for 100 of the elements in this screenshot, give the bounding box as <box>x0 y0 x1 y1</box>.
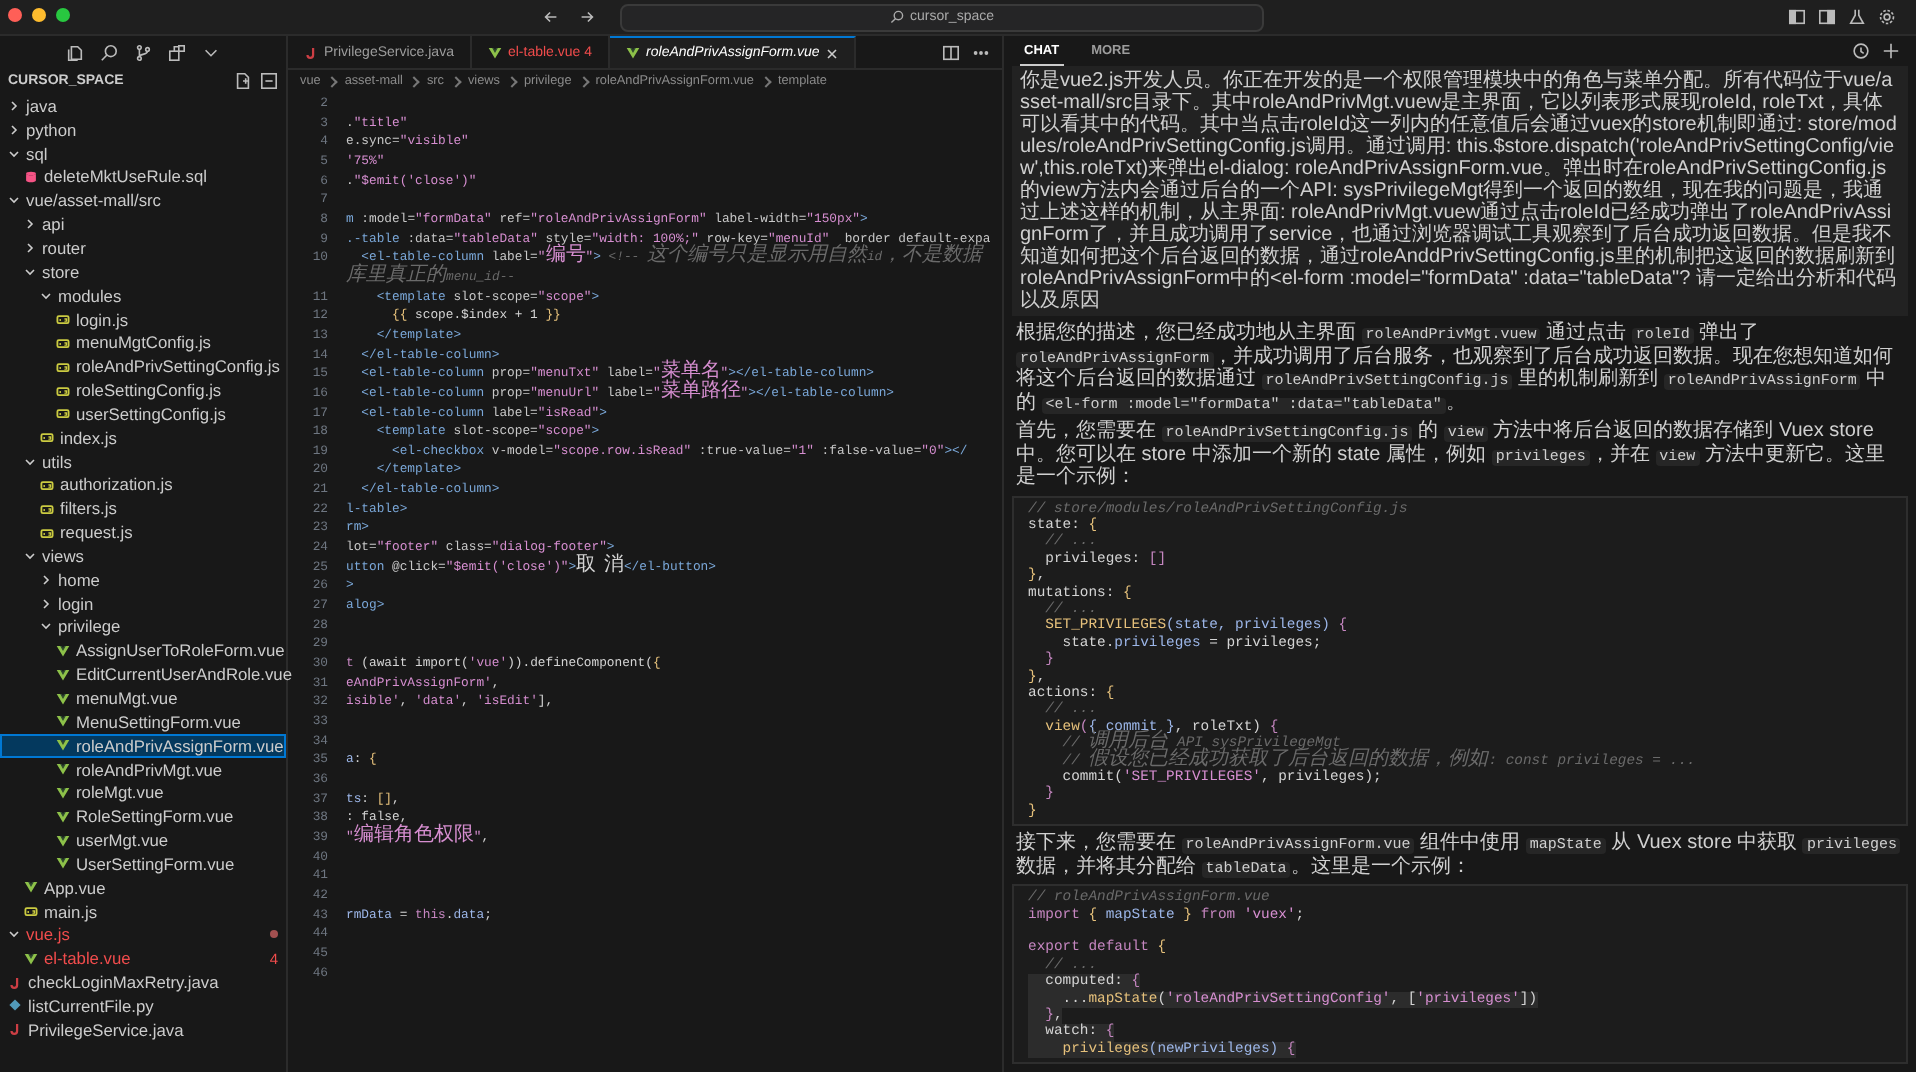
tree-item[interactable]: main.js <box>0 899 286 924</box>
new-file-icon[interactable] <box>234 72 252 90</box>
files-icon[interactable] <box>66 44 84 62</box>
search-icon[interactable] <box>100 44 118 62</box>
tree-item[interactable]: vue/asset-mall/src <box>0 188 286 213</box>
close-icon[interactable] <box>825 47 838 59</box>
js-file-icon <box>40 525 54 540</box>
tree-item[interactable]: python <box>0 117 286 142</box>
js-file-icon <box>40 430 54 445</box>
zoom-window-button[interactable] <box>56 8 70 22</box>
vue-file-icon <box>56 738 70 753</box>
java-file-icon <box>8 975 22 990</box>
flask-icon[interactable] <box>1848 8 1866 26</box>
split-editor-icon[interactable] <box>942 43 960 61</box>
file-name: MenuSettingForm.vue <box>76 711 241 732</box>
file-name: AssignUserToRoleForm.vue <box>76 640 285 661</box>
sidebar-toggle-icon[interactable] <box>1788 8 1806 26</box>
tree-item[interactable]: userSettingConfig.js <box>0 401 286 426</box>
js-file-icon <box>56 312 70 327</box>
tree-item[interactable]: roleMgt.vue <box>0 780 286 805</box>
file-name: main.js <box>44 901 98 922</box>
file-name: deleteMktUseRule.sql <box>44 166 207 187</box>
vue-file-icon <box>56 714 70 729</box>
tree-item[interactable]: home <box>0 567 286 592</box>
collapse-all-icon[interactable] <box>260 72 278 90</box>
js-file-icon <box>56 383 70 398</box>
tree-item[interactable]: request.js <box>0 520 286 545</box>
tree-item[interactable]: vue.js <box>0 923 286 947</box>
file-name: home <box>58 569 100 590</box>
tree-item[interactable]: login.js <box>0 307 286 331</box>
tree-item[interactable]: MenuSettingForm.vue <box>0 709 286 734</box>
forward-arrow-icon[interactable] <box>578 8 596 26</box>
tree-item[interactable]: roleAndPrivAssignForm.vue <box>0 733 286 758</box>
js-file-icon <box>40 477 54 492</box>
vue-file-icon <box>56 667 70 682</box>
tree-item[interactable]: roleAndPrivSettingConfig.js <box>0 354 286 379</box>
file-name: sql <box>26 143 48 164</box>
tree-item[interactable]: api <box>0 212 286 237</box>
tree-item[interactable]: roleSettingConfig.js <box>0 378 286 402</box>
java-file-icon <box>8 1022 22 1037</box>
vue-file-icon <box>56 785 70 800</box>
tree-item[interactable]: utils <box>0 449 286 473</box>
file-name: menuMgt.vue <box>76 688 178 709</box>
file-name: python <box>26 119 77 140</box>
tree-item[interactable]: checkLoginMaxRetry.java <box>0 970 286 995</box>
panel-toggle-icon[interactable] <box>1818 8 1836 26</box>
tree-item[interactable]: roleAndPrivMgt.vue <box>0 757 286 781</box>
tree-item[interactable]: listCurrentFile.py <box>0 994 286 1018</box>
user-message: 你是vue2.js开发人员。你正在开发的是一个权限管理模块中的角色与菜单分配。所有代码位于vue/asset-mall/src目录下。其中roleAndPrivMgt.vuew是主界面，它以列表形式展现roleId, roleTxt，具体可以看其中的代码。其中当点击roleId这一列内的任意值后会通过vuex的store机制即通过: store/modules/roleAndPrivSettingConfig.js调用。通过调用: this.$store.dispatch('roleAndPrivSettingConfig/view',this.roleTxt)来弹出el-dialog: roleAndPrivAssignForm.vue。弹出时在roleAndPrivSettingConfig.js的view方法内会通过后台的一个API: sysPrivilegeMgt得到一个返回的数组，现在我的问题是，我通过上述这样的机制，从主界面: roleAndPrivMgt.vuew通过点击roleId已经成功弹出了roleAndPrivAssignForm了，并且成功调用了service，也通过浏览器调试工具观察到了后台成功返回数据。但是我不知道如何把这个后台返回的数据，通过roleAnddPrivSettingConfig.js里的机制把这返回的数据刷新到roleAndPrivAssignForm中的<el-form :model="formData" :data="tableData"? 请一定给出分析和代码以及原因 <box>1012 66 1908 316</box>
tree-item[interactable]: index.js <box>0 425 286 450</box>
file-name: userMgt.vue <box>76 830 169 851</box>
file-name: vue.js <box>26 924 70 945</box>
minimize-window-button[interactable] <box>32 8 46 22</box>
tree-item[interactable]: login <box>0 591 286 616</box>
file-name: PrivilegeService.java <box>28 1019 184 1040</box>
tree-item[interactable]: filters.js <box>0 496 286 521</box>
file-name: views <box>42 545 84 566</box>
file-name: router <box>42 237 86 258</box>
branch-icon[interactable] <box>134 44 152 62</box>
file-name: privilege <box>58 616 121 637</box>
back-arrow-icon[interactable] <box>542 8 560 26</box>
tree-item[interactable]: store <box>0 259 286 284</box>
file-name: roleAndPrivAssignForm.vue <box>76 735 284 756</box>
tree-item[interactable]: PrivilegeService.java <box>0 1017 286 1042</box>
tree-item[interactable]: authorization.js <box>0 473 286 497</box>
tree-item[interactable]: views <box>0 544 286 568</box>
tree-item[interactable]: RoleSettingForm.vue <box>0 804 286 829</box>
settings-icon[interactable] <box>1878 8 1896 26</box>
plus-icon[interactable] <box>1882 42 1900 60</box>
close-window-button[interactable] <box>8 8 22 22</box>
tree-item[interactable]: modules <box>0 283 286 308</box>
extensions-icon[interactable] <box>168 44 186 62</box>
file-name: filters.js <box>60 498 117 519</box>
file-name: authorization.js <box>60 474 173 495</box>
tree-item[interactable]: router <box>0 236 286 260</box>
file-name: listCurrentFile.py <box>28 995 154 1016</box>
tree-item[interactable]: java <box>0 94 286 118</box>
tree-item[interactable]: menuMgtConfig.js <box>0 330 286 355</box>
chevron-down-icon[interactable] <box>202 44 220 62</box>
file-name: RoleSettingForm.vue <box>76 806 234 827</box>
file-name: roleMgt.vue <box>76 782 164 803</box>
tree-item[interactable]: deleteMktUseRule.sql <box>0 165 286 189</box>
java-file-icon <box>304 45 318 59</box>
tree-item[interactable]: privilege <box>0 615 286 639</box>
tree-item[interactable]: UserSettingForm.vue <box>0 852 286 876</box>
file-name: roleAndPrivMgt.vue <box>76 759 223 780</box>
tree-item[interactable]: sql <box>0 141 286 166</box>
tree-item[interactable]: AssignUserToRoleForm.vue <box>0 638 286 663</box>
file-name: userSettingConfig.js <box>76 403 226 424</box>
vue-file-icon <box>56 762 70 777</box>
tree-item[interactable]: App.vue <box>0 875 286 900</box>
vue-file-icon <box>56 643 70 658</box>
js-file-icon <box>56 359 70 374</box>
tree-item[interactable]: userMgt.vue <box>0 828 286 852</box>
file-name: login.js <box>76 309 129 330</box>
tree-item[interactable]: menuMgt.vue <box>0 686 286 710</box>
python-file-icon <box>8 998 22 1013</box>
file-name: roleSettingConfig.js <box>76 380 222 401</box>
file-name: UserSettingForm.vue <box>76 853 235 874</box>
history-icon[interactable] <box>1852 42 1870 60</box>
